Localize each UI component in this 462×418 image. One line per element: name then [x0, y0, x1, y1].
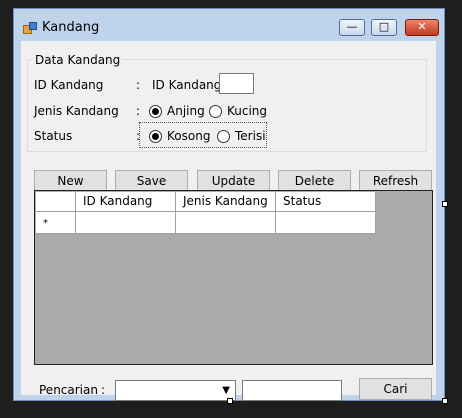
close-button[interactable]: ✕: [405, 19, 439, 36]
column-header-id-kandang[interactable]: ID Kandang: [76, 192, 176, 212]
radio-kosong-label[interactable]: Kosong: [167, 129, 210, 143]
app-icon: [23, 22, 37, 34]
form-client-area: Data Kandang ID Kandang : ID Kandang Jen…: [21, 41, 436, 401]
title-bar[interactable]: Kandang — □ ✕: [14, 9, 444, 41]
update-button[interactable]: Update: [197, 170, 270, 192]
grid-cell-status[interactable]: [276, 212, 376, 234]
grid-cell-jenis-kandang[interactable]: [176, 212, 276, 234]
id-kandang-label: ID Kandang: [34, 78, 104, 92]
window-title: Kandang: [42, 20, 100, 35]
pencarian-colon: :: [101, 383, 106, 397]
radio-anjing[interactable]: [149, 105, 162, 118]
id-kandang-colon: :: [136, 78, 141, 92]
refresh-button[interactable]: Refresh: [359, 170, 432, 192]
resize-handle-corner[interactable]: [442, 398, 448, 404]
jenis-kandang-colon: :: [136, 104, 141, 118]
save-button[interactable]: Save: [115, 170, 188, 192]
delete-button[interactable]: Delete: [278, 170, 351, 192]
radio-terisi-label[interactable]: Terisi: [235, 129, 266, 143]
new-button[interactable]: New: [34, 170, 107, 192]
row-header-corner: [36, 192, 76, 212]
kandang-data-grid[interactable]: ID Kandang Jenis Kandang Status *: [34, 190, 433, 365]
new-row-marker[interactable]: *: [36, 212, 76, 234]
radio-anjing-label[interactable]: Anjing: [167, 104, 205, 118]
resize-handle-bottom[interactable]: [227, 398, 233, 404]
id-kandang-field[interactable]: [219, 73, 254, 94]
search-input[interactable]: [242, 380, 342, 401]
grid-cell-id-kandang[interactable]: [76, 212, 176, 234]
status-label: Status: [34, 129, 73, 143]
cari-button[interactable]: Cari: [359, 378, 432, 400]
jenis-kandang-label: Jenis Kandang: [34, 104, 119, 118]
search-combobox[interactable]: ▼: [115, 380, 236, 401]
radio-terisi[interactable]: [217, 130, 230, 143]
resize-handle-right[interactable]: [442, 201, 448, 207]
maximize-button[interactable]: □: [371, 19, 397, 36]
kandang-window: Kandang — □ ✕ Data Kandang ID Kandang : …: [13, 8, 445, 401]
pencarian-label: Pencarian: [39, 383, 98, 397]
column-header-jenis-kandang[interactable]: Jenis Kandang: [176, 192, 276, 212]
radio-kucing-label[interactable]: Kucing: [227, 104, 267, 118]
group-legend: Data Kandang: [33, 53, 123, 67]
column-header-status[interactable]: Status: [276, 192, 376, 212]
minimize-button[interactable]: —: [339, 19, 365, 36]
id-kandang-inline-label: ID Kandang: [152, 78, 222, 92]
chevron-down-icon[interactable]: ▼: [222, 385, 230, 396]
radio-kosong[interactable]: [149, 130, 162, 143]
radio-kucing[interactable]: [209, 105, 222, 118]
